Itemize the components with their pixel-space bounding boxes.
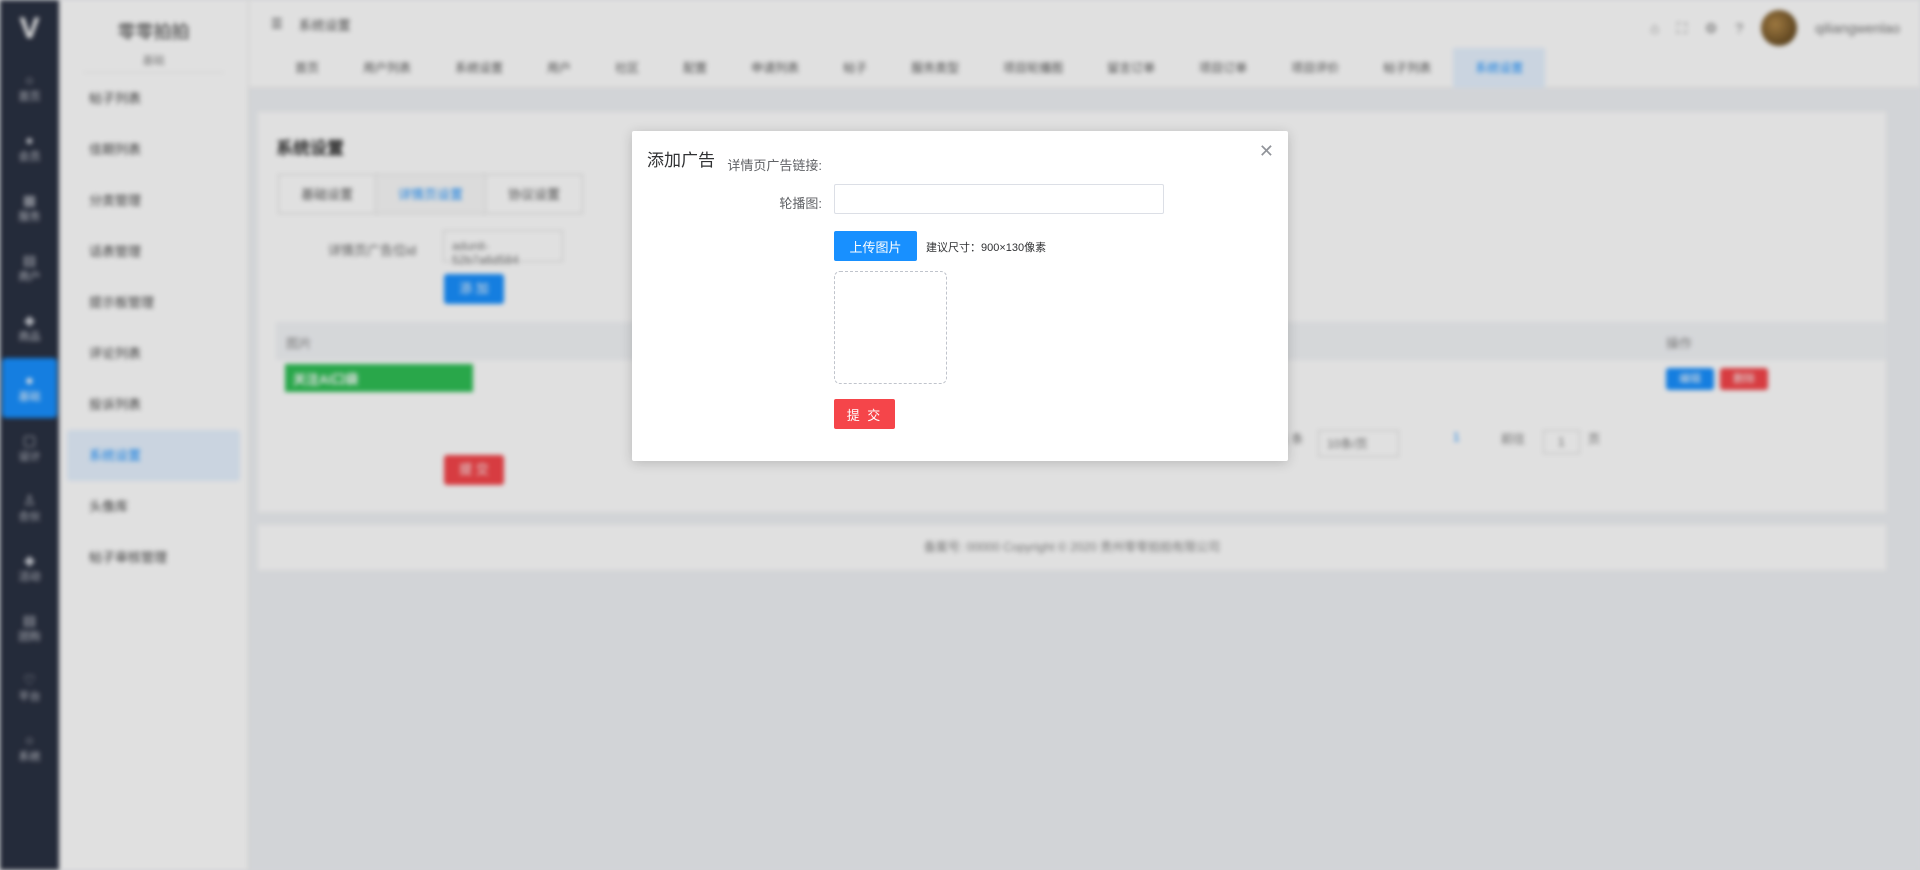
add-ad-dialog: 添加广告 ✕ 详情页广告链接: 轮播图: 上传图片 建议尺寸：900×130像素…: [632, 131, 1288, 461]
ad-link-input[interactable]: [834, 184, 1164, 214]
close-icon[interactable]: ✕: [1259, 141, 1274, 161]
dialog-title: 添加广告: [647, 151, 715, 170]
image-upload-area[interactable]: [834, 271, 947, 384]
ad-link-label: 详情页广告链接:: [727, 158, 822, 173]
upload-image-button[interactable]: 上传图片: [834, 231, 917, 261]
upload-size-hint: 建议尺寸：900×130像素: [926, 242, 1047, 254]
carousel-label: 轮播图:: [779, 196, 822, 211]
submit-button[interactable]: 提 交: [834, 399, 895, 429]
